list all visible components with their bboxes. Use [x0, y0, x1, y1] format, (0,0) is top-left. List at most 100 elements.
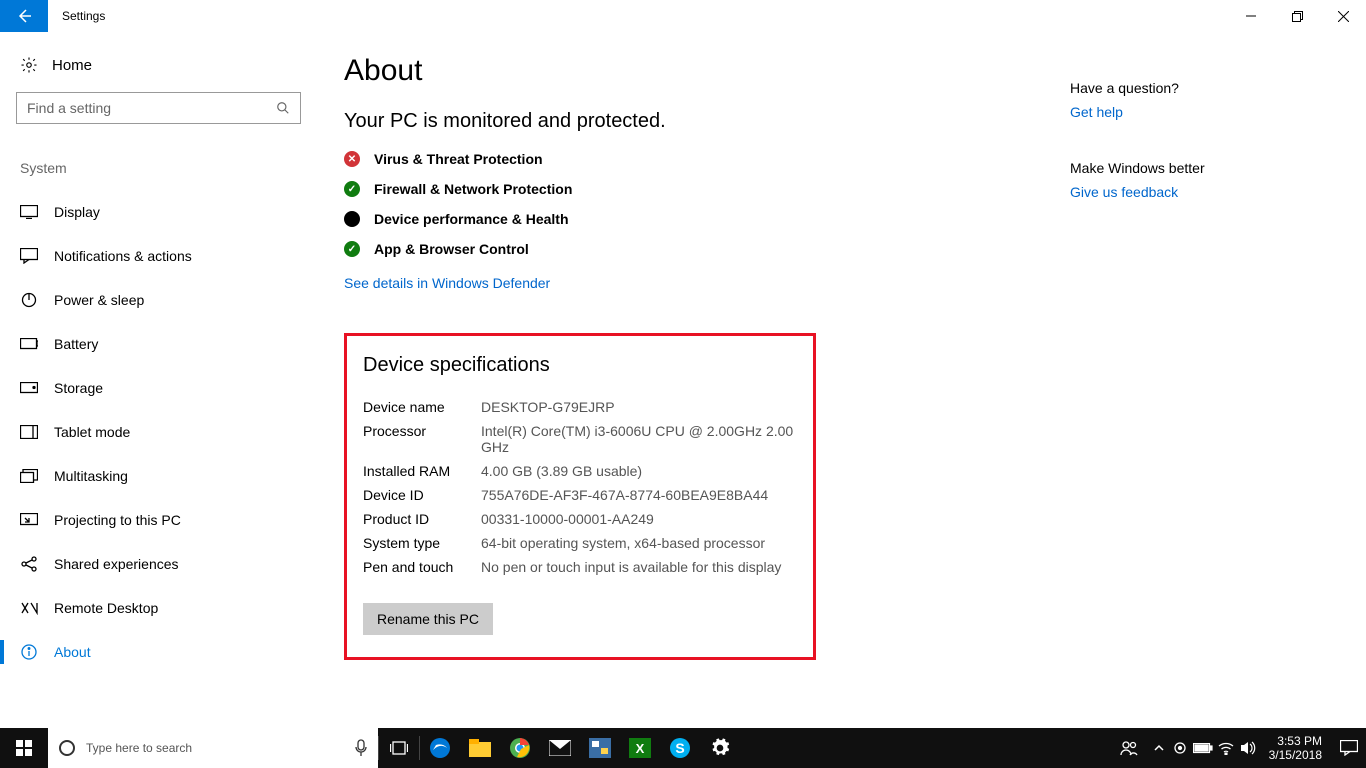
- sidebar-item-battery[interactable]: Battery: [16, 322, 294, 366]
- taskbar-excel[interactable]: X: [620, 728, 660, 768]
- sidebar-item-power[interactable]: Power & sleep: [16, 278, 294, 322]
- skype-icon: S: [669, 737, 691, 759]
- taskbar-chrome[interactable]: [500, 728, 540, 768]
- cortana-icon: [58, 739, 76, 757]
- home-label: Home: [52, 57, 92, 74]
- protection-label: Device performance & Health: [374, 211, 569, 227]
- chevron-up-icon: [1154, 744, 1164, 752]
- selection-indicator: [0, 640, 4, 664]
- tray-location[interactable]: [1169, 728, 1191, 768]
- sidebar-item-projecting[interactable]: Projecting to this PC: [16, 498, 294, 542]
- share-icon: [20, 555, 38, 573]
- task-view-button[interactable]: [379, 728, 419, 768]
- taskbar: Type here to search X S 3:53 PM 3/15/201…: [0, 728, 1366, 768]
- spec-ram: Installed RAM4.00 GB (3.89 GB usable): [363, 463, 797, 479]
- protection-app: ✓ App & Browser Control: [344, 241, 1366, 257]
- title-bar: Settings: [0, 0, 1366, 32]
- spec-system-type: System type64-bit operating system, x64-…: [363, 535, 797, 551]
- start-button[interactable]: [0, 728, 48, 768]
- taskbar-settings[interactable]: [700, 728, 740, 768]
- clock-date: 3/15/2018: [1269, 748, 1322, 762]
- gear-icon: [20, 56, 38, 74]
- mail-icon: [549, 740, 571, 756]
- tray-people[interactable]: [1109, 728, 1149, 768]
- nav-label: Remote Desktop: [54, 600, 158, 616]
- taskbar-clock[interactable]: 3:53 PM 3/15/2018: [1259, 734, 1332, 762]
- tray-battery[interactable]: [1191, 728, 1215, 768]
- sidebar-category: System: [20, 160, 294, 176]
- minimize-button[interactable]: [1228, 0, 1274, 32]
- power-icon: [20, 291, 38, 309]
- spec-pen: Pen and touchNo pen or touch input is av…: [363, 559, 797, 575]
- taskbar-mail[interactable]: [540, 728, 580, 768]
- tablet-icon: [20, 423, 38, 441]
- taskbar-app1[interactable]: [580, 728, 620, 768]
- close-button[interactable]: [1320, 0, 1366, 32]
- taskbar-search[interactable]: Type here to search: [48, 728, 378, 768]
- search-placeholder: Find a setting: [27, 100, 111, 116]
- window-controls: [1228, 0, 1366, 32]
- rename-pc-button[interactable]: Rename this PC: [363, 603, 493, 635]
- aside-panel: Have a question? Get help Make Windows b…: [1070, 80, 1270, 240]
- info-icon: [20, 643, 38, 661]
- get-help-link[interactable]: Get help: [1070, 104, 1270, 120]
- nav-label: Projecting to this PC: [54, 512, 181, 528]
- sidebar-item-remote[interactable]: Remote Desktop: [16, 586, 294, 630]
- defender-link[interactable]: See details in Windows Defender: [344, 275, 550, 291]
- taskview-icon: [390, 741, 408, 755]
- better-heading: Make Windows better: [1070, 160, 1270, 176]
- spec-processor: ProcessorIntel(R) Core(TM) i3-6006U CPU …: [363, 423, 797, 455]
- tray-volume[interactable]: [1237, 728, 1259, 768]
- sidebar-item-multitasking[interactable]: Multitasking: [16, 454, 294, 498]
- home-button[interactable]: Home: [20, 56, 294, 74]
- device-specifications-box: Device specifications Device nameDESKTOP…: [344, 333, 816, 660]
- sidebar-item-notifications[interactable]: Notifications & actions: [16, 234, 294, 278]
- mic-icon: [354, 739, 368, 757]
- nav-label: Shared experiences: [54, 556, 179, 572]
- sidebar-item-about[interactable]: About: [16, 630, 294, 674]
- battery-icon: [1193, 743, 1213, 754]
- check-icon: ✓: [344, 241, 360, 257]
- excel-icon: X: [629, 738, 651, 758]
- monitor-icon: [20, 203, 38, 221]
- remote-icon: [20, 599, 38, 617]
- taskbar-explorer[interactable]: [460, 728, 500, 768]
- app-icon: [589, 738, 611, 758]
- sidebar-item-display[interactable]: Display: [16, 190, 294, 234]
- action-center-button[interactable]: [1332, 728, 1366, 768]
- back-button[interactable]: [0, 0, 48, 32]
- sidebar-item-shared[interactable]: Shared experiences: [16, 542, 294, 586]
- sidebar: Home Find a setting System Display Notif…: [0, 32, 310, 728]
- protection-label: App & Browser Control: [374, 241, 529, 257]
- tray-chevron[interactable]: [1149, 728, 1169, 768]
- people-icon: [1120, 740, 1138, 756]
- tray-wifi[interactable]: [1215, 728, 1237, 768]
- nav-label: Battery: [54, 336, 98, 352]
- taskbar-search-placeholder: Type here to search: [86, 741, 192, 755]
- battery-icon: [20, 335, 38, 353]
- nav-label: Display: [54, 204, 100, 220]
- system-tray: 3:53 PM 3/15/2018: [1109, 728, 1366, 768]
- search-input[interactable]: Find a setting: [16, 92, 301, 124]
- spec-product-id: Product ID00331-10000-00001-AA249: [363, 511, 797, 527]
- chat-icon: [20, 247, 38, 265]
- location-icon: [1173, 741, 1187, 755]
- nav-label: Tablet mode: [54, 424, 130, 440]
- spec-heading: Device specifications: [363, 354, 797, 377]
- protection-label: Virus & Threat Protection: [374, 151, 543, 167]
- dot-icon: [344, 211, 360, 227]
- taskbar-edge[interactable]: [420, 728, 460, 768]
- wifi-icon: [1218, 741, 1234, 755]
- app-body: Home Find a setting System Display Notif…: [0, 32, 1366, 728]
- window-title: Settings: [62, 9, 105, 23]
- clock-time: 3:53 PM: [1269, 734, 1322, 748]
- sidebar-item-storage[interactable]: Storage: [16, 366, 294, 410]
- feedback-link[interactable]: Give us feedback: [1070, 184, 1270, 200]
- gear-icon: [710, 738, 730, 758]
- taskbar-skype[interactable]: S: [660, 728, 700, 768]
- folder-icon: [469, 739, 491, 757]
- sidebar-item-tablet[interactable]: Tablet mode: [16, 410, 294, 454]
- maximize-button[interactable]: [1274, 0, 1320, 32]
- protection-label: Firewall & Network Protection: [374, 181, 572, 197]
- notification-icon: [1340, 740, 1358, 756]
